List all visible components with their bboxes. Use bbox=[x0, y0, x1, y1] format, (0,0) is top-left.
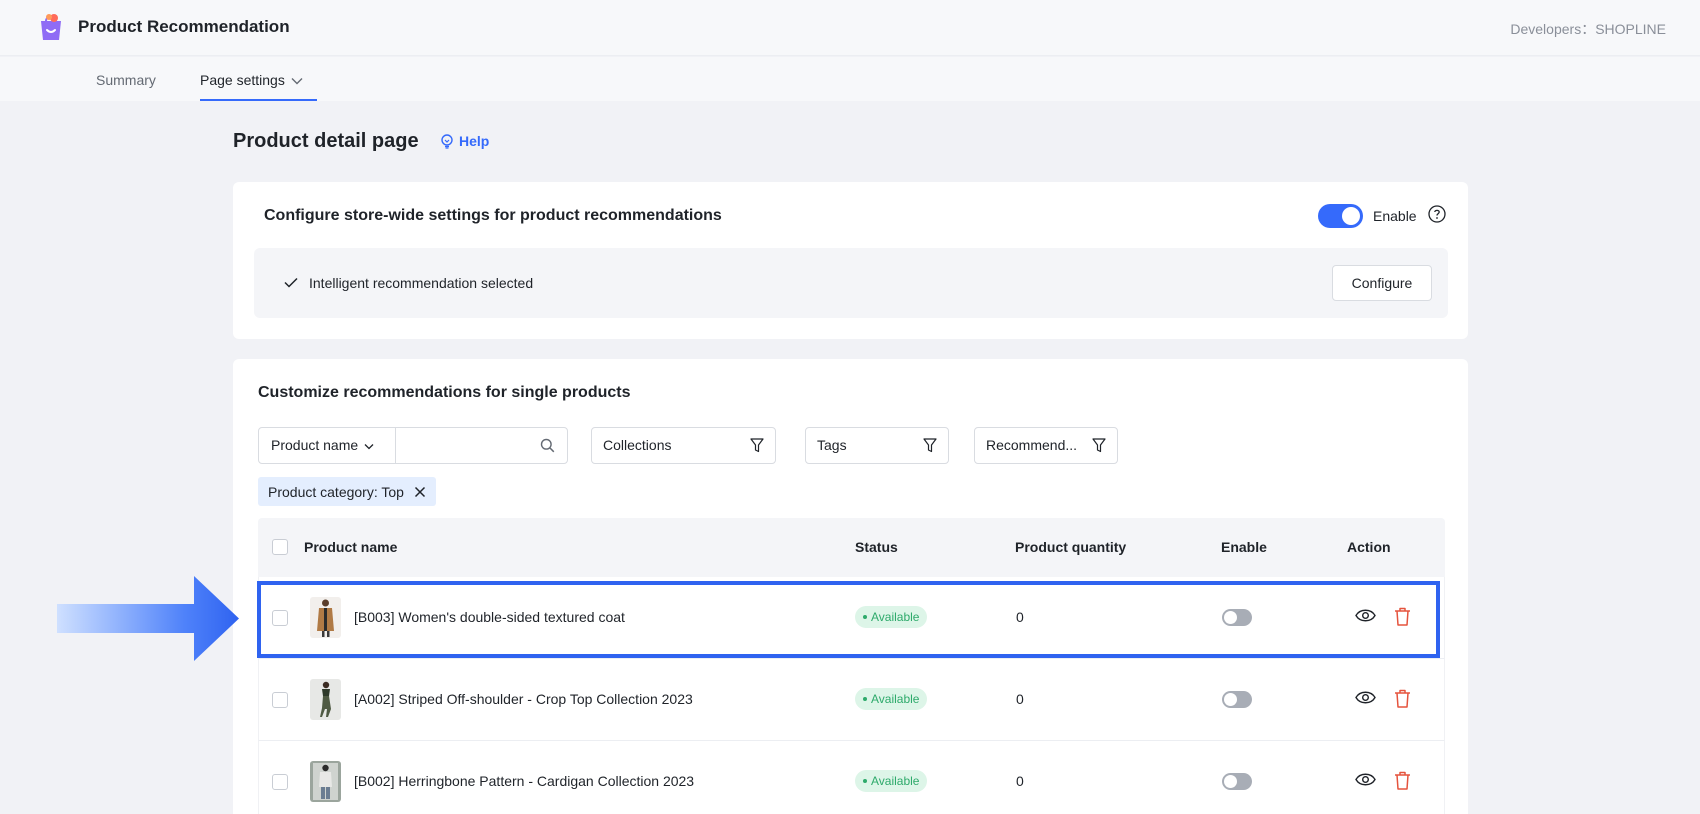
developer-label: Developers：SHOPLINE bbox=[1510, 21, 1666, 37]
active-tab-indicator bbox=[200, 99, 317, 101]
delete-icon[interactable] bbox=[1394, 689, 1411, 708]
row-checkbox[interactable] bbox=[272, 692, 288, 708]
tab-bar: Summary Page settings bbox=[0, 57, 1700, 101]
row-checkbox[interactable] bbox=[272, 774, 288, 790]
question-circle-icon[interactable] bbox=[1428, 205, 1446, 223]
filter-icon bbox=[750, 438, 764, 453]
configure-button[interactable]: Configure bbox=[1332, 265, 1432, 301]
search-input[interactable] bbox=[397, 428, 532, 463]
eye-icon[interactable] bbox=[1355, 608, 1376, 623]
recommendation-status-box: Intelligent recommendation selected Conf… bbox=[254, 248, 1448, 318]
recommend-filter[interactable]: Recommend... bbox=[974, 427, 1118, 464]
arrow-right-icon bbox=[57, 576, 239, 661]
check-icon bbox=[284, 277, 298, 288]
product-name-search: Product name bbox=[258, 427, 568, 464]
row-enable-toggle[interactable] bbox=[1222, 691, 1252, 708]
product-thumbnail[interactable] bbox=[310, 597, 341, 638]
table-header: Product name Status Product quantity Ena… bbox=[258, 518, 1445, 577]
app-logo-icon bbox=[41, 14, 61, 40]
product-name-select[interactable]: Product name bbox=[259, 428, 396, 463]
tab-summary[interactable]: Summary bbox=[96, 72, 156, 88]
tab-page-settings[interactable]: Page settings bbox=[200, 72, 303, 88]
app-title: Product Recommendation bbox=[78, 17, 290, 36]
collections-filter[interactable]: Collections bbox=[591, 427, 776, 464]
column-product-name: Product name bbox=[304, 539, 398, 555]
product-thumbnail[interactable] bbox=[310, 761, 341, 802]
product-quantity: 0 bbox=[1016, 773, 1024, 789]
status-badge: Available bbox=[855, 688, 928, 710]
single-products-title: Customize recommendations for single pro… bbox=[258, 384, 631, 401]
table-row: [B003] Women's double-sided textured coa… bbox=[258, 577, 1445, 659]
delete-icon[interactable] bbox=[1394, 607, 1411, 626]
filter-icon bbox=[1092, 438, 1106, 453]
row-checkbox[interactable] bbox=[272, 610, 288, 626]
collections-filter-label: Collections bbox=[603, 437, 672, 453]
status-badge: Available bbox=[855, 770, 928, 792]
row-enable-toggle[interactable] bbox=[1222, 773, 1252, 790]
search-icon[interactable] bbox=[540, 438, 555, 453]
product-name[interactable]: [B003] Women's double-sided textured coa… bbox=[354, 609, 625, 625]
recommendation-status-text: Intelligent recommendation selected bbox=[309, 275, 534, 291]
recommend-filter-label: Recommend... bbox=[986, 437, 1078, 453]
chevron-down-icon bbox=[364, 443, 374, 450]
store-settings-title: Configure store-wide settings for produc… bbox=[264, 207, 722, 224]
category-filter-chip: Product category: Top bbox=[258, 477, 436, 506]
product-quantity: 0 bbox=[1016, 691, 1024, 707]
product-name[interactable]: [B002] Herringbone Pattern - Cardigan Co… bbox=[354, 773, 694, 789]
page-title: Product detail page bbox=[233, 130, 419, 152]
status-badge: Available bbox=[855, 606, 928, 628]
eye-icon[interactable] bbox=[1355, 772, 1376, 787]
product-name[interactable]: [A002] Striped Off-shoulder - Crop Top C… bbox=[354, 691, 693, 707]
column-status: Status bbox=[855, 539, 898, 555]
column-enable: Enable bbox=[1221, 539, 1267, 555]
product-quantity: 0 bbox=[1016, 609, 1024, 625]
store-enable-toggle[interactable] bbox=[1318, 204, 1363, 228]
product-name-select-label: Product name bbox=[271, 437, 359, 453]
close-icon[interactable] bbox=[414, 486, 426, 498]
category-chip-label: Product category: Top bbox=[268, 483, 404, 500]
top-bar: Product Recommendation Developers：SHOPLI… bbox=[0, 0, 1700, 56]
eye-icon[interactable] bbox=[1355, 690, 1376, 705]
store-enable-label: Enable bbox=[1373, 208, 1417, 224]
help-label: Help bbox=[459, 133, 490, 149]
help-link[interactable]: Help bbox=[440, 133, 489, 149]
tab-page-settings-label: Page settings bbox=[200, 72, 285, 88]
column-action: Action bbox=[1347, 539, 1391, 555]
select-all-checkbox[interactable] bbox=[272, 539, 288, 555]
delete-icon[interactable] bbox=[1394, 771, 1411, 790]
lightbulb-icon bbox=[441, 133, 453, 149]
store-settings-card: Configure store-wide settings for produc… bbox=[233, 182, 1468, 339]
tags-filter-label: Tags bbox=[817, 437, 847, 453]
row-enable-toggle[interactable] bbox=[1222, 609, 1252, 626]
table-row: [A002] Striped Off-shoulder - Crop Top C… bbox=[258, 659, 1445, 741]
table-row: [B002] Herringbone Pattern - Cardigan Co… bbox=[258, 741, 1445, 814]
tags-filter[interactable]: Tags bbox=[805, 427, 949, 464]
single-products-card: Customize recommendations for single pro… bbox=[233, 359, 1468, 814]
product-thumbnail[interactable] bbox=[310, 679, 341, 720]
chevron-down-icon bbox=[291, 78, 303, 85]
filter-icon bbox=[923, 438, 937, 453]
column-product-quantity: Product quantity bbox=[1015, 539, 1127, 555]
